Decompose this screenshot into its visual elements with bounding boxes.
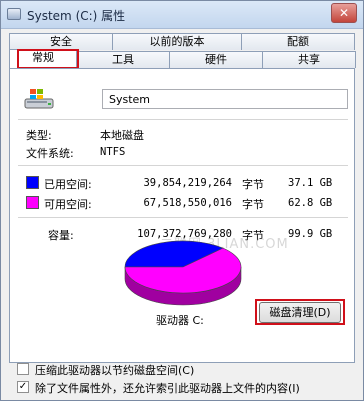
type-value: 本地磁盘	[100, 129, 144, 142]
divider	[18, 217, 348, 218]
free-space-swatch	[26, 196, 39, 209]
drive-icon	[7, 8, 21, 20]
free-space-size: 62.8 GB	[288, 197, 333, 209]
filesystem-label: 文件系统:	[26, 147, 74, 160]
tab-previous-versions[interactable]: 以前的版本	[112, 33, 242, 50]
tab-row-back: 安全 以前的版本 配额	[9, 33, 355, 50]
type-label: 类型:	[26, 129, 52, 142]
used-space-label: 已用空间:	[44, 178, 92, 191]
tab-row-front: 常规 工具 硬件 共享	[9, 49, 356, 68]
tab-general[interactable]: 常规	[9, 49, 77, 68]
title-bar[interactable]: System (C:) 属性 ✕	[1, 1, 363, 29]
compress-checkbox[interactable]	[17, 363, 29, 375]
compress-label[interactable]: 压缩此驱动器以节约磁盘空间(C)	[35, 362, 194, 378]
properties-window: System (C:) 属性 ✕ 安全 以前的版本 配额 常规 工具 硬件 共享…	[0, 0, 364, 401]
free-space-label: 可用空间:	[44, 198, 92, 211]
used-space-bytes: 39,854,219,264	[143, 177, 232, 189]
filesystem-value: NTFS	[100, 146, 126, 158]
drive-label: 驱动器 C:	[156, 314, 204, 327]
divider	[18, 119, 348, 120]
free-space-bytes: 67,518,550,016	[143, 197, 232, 209]
disk-usage-pie	[124, 240, 242, 306]
tab-quota[interactable]: 配额	[241, 33, 355, 50]
index-checkbox[interactable]: ✓	[17, 381, 29, 393]
tab-hardware[interactable]: 硬件	[169, 51, 263, 68]
tab-security[interactable]: 安全	[9, 33, 113, 50]
tab-sharing[interactable]: 共享	[262, 51, 356, 68]
used-space-unit: 字节	[242, 178, 264, 191]
used-space-swatch	[26, 176, 39, 189]
disk-cleanup-button[interactable]: 磁盘清理(D)	[259, 302, 341, 323]
divider	[18, 165, 348, 166]
capacity-label: 容量:	[48, 229, 74, 242]
close-button[interactable]: ✕	[331, 3, 357, 23]
tab-tools[interactable]: 工具	[76, 51, 170, 68]
drive-name-input[interactable]	[102, 89, 348, 109]
index-label[interactable]: 除了文件属性外，还允许索引此驱动器上文件的内容(I)	[35, 380, 300, 396]
free-space-unit: 字节	[242, 198, 264, 211]
capacity-size: 99.9 GB	[288, 228, 333, 240]
window-title: System (C:) 属性	[27, 9, 126, 23]
hard-drive-icon	[24, 89, 54, 109]
used-space-size: 37.1 GB	[288, 177, 333, 189]
